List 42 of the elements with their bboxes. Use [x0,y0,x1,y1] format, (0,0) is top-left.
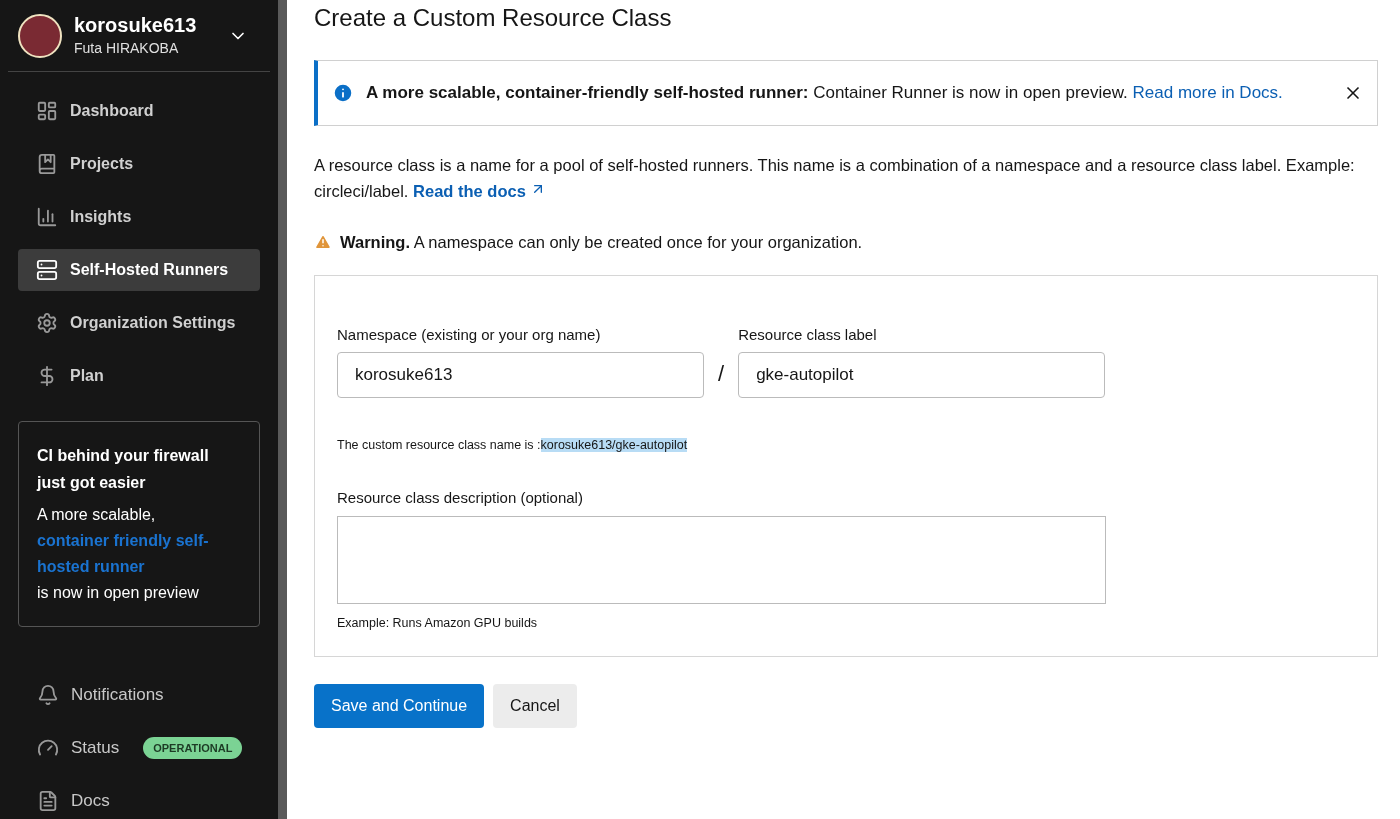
nav-item[interactable]: Status OPERATIONAL [18,730,260,766]
bell-icon [37,684,59,706]
field-label: Resource class label [738,324,878,345]
cancel-button[interactable]: Cancel [493,684,577,729]
save-button[interactable]: Save and Continue [314,684,485,729]
server-icon [36,259,58,281]
nav-item[interactable]: Projects [18,143,260,185]
bar-chart-icon [36,206,58,228]
nav-item[interactable]: Plan [18,355,260,397]
page-title: Create a Custom Resource Class [314,3,673,33]
nav-item[interactable]: Organization Settings [18,302,260,344]
field-label: Resource class description (optional) [337,488,584,508]
username: korosuke613 [74,12,198,38]
book-icon [36,153,58,175]
warning-text: Warning. A namespace can only be created once for your organization. [340,232,863,253]
docs-link[interactable]: Read more in Docs. [1132,83,1283,103]
class-name-preview: The custom resource class name is :korosuke613/gke-autopilot [337,437,689,455]
description-hint: Example: Runs Amazon GPU builds [337,614,539,632]
description-input[interactable] [337,515,1106,604]
namespace-input[interactable]: korosuke613 [337,352,704,399]
promo-text: A more scalable, container friendly self-hosted runner is now in open preview [37,502,241,606]
nav-item[interactable]: Notifications [18,677,260,713]
nav-item[interactable]: Dashboard [18,90,260,132]
info-icon [332,82,354,104]
settings-icon [36,312,58,334]
read-docs-link[interactable]: Read the docs [413,182,547,200]
promo-link[interactable]: container friendly self-hosted runner [37,528,241,580]
avatar [18,13,62,58]
class-label-input[interactable]: gke-autopilot [738,352,1106,399]
document-icon [37,790,59,812]
full-name: Futa HIRAKOBA [74,38,180,58]
nav-item[interactable]: Docs [18,783,260,819]
banner-text: A more scalable, container-friendly self-hosted runner: Container Runner is now in open preview. Read more in Docs. [366,82,1284,105]
status-badge: OPERATIONAL [143,736,243,760]
promo-title: CI behind your firewall just got easier [37,446,210,493]
intro-text: A resource class is a name for a pool of self-hosted runners. This name is a combination of a namespace and a resource class label. Example: circleci/label. Read the docs [314,155,1356,202]
slash-separator: / [718,360,725,389]
nav-item[interactable]: Insights [18,196,260,238]
dashboard-icon [36,100,58,122]
field-label: Namespace (existing or your org name) [337,324,602,345]
nav-item[interactable]: Self-Hosted Runners [18,249,260,291]
scrollbar[interactable] [278,0,287,819]
